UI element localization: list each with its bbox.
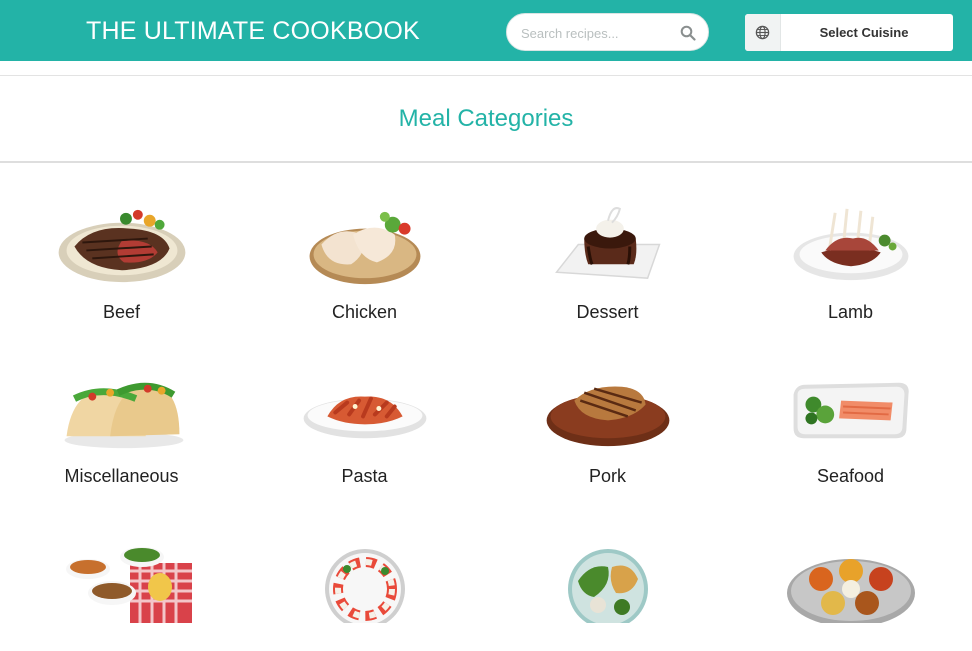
category-label: Seafood xyxy=(816,466,885,486)
category-grid: Beef Chicken Dessert Lamb Miscellaneous … xyxy=(0,163,972,623)
vegetarian-dish-icon xyxy=(786,559,915,623)
category-label: Chicken xyxy=(331,302,398,322)
category-label: Lamb xyxy=(827,302,874,322)
seafood-dish-icon xyxy=(793,382,909,439)
category-card-vegetarian[interactable] xyxy=(729,491,972,651)
globe-icon-box xyxy=(745,14,781,51)
beef-dish-icon xyxy=(58,209,185,283)
vegan-dish-icon xyxy=(567,549,648,623)
search-input[interactable] xyxy=(521,23,681,43)
site-brand[interactable]: THE ULTIMATE COOKBOOK xyxy=(86,17,420,46)
category-label: Dessert xyxy=(576,302,639,322)
category-label: Pork xyxy=(588,466,626,486)
category-label: Pasta xyxy=(341,466,388,486)
category-card-pasta[interactable]: Pasta xyxy=(243,327,486,487)
category-card-side[interactable] xyxy=(0,491,243,651)
pork-dish-icon xyxy=(546,386,669,447)
category-label: Beef xyxy=(102,302,141,322)
category-card-pork[interactable]: Pork xyxy=(486,327,729,487)
category-card-miscellaneous[interactable]: Miscellaneous xyxy=(0,327,243,487)
pasta-dish-icon xyxy=(303,396,426,439)
category-card-dessert[interactable]: Dessert xyxy=(486,163,729,323)
globe-icon xyxy=(755,25,770,40)
category-card-chicken[interactable]: Chicken xyxy=(243,163,486,323)
category-card-starter[interactable] xyxy=(243,491,486,651)
chicken-dish-icon xyxy=(309,211,420,285)
top-navbar: THE ULTIMATE COOKBOOK Select Cuisine xyxy=(0,0,972,61)
tacos-dish-icon xyxy=(64,382,183,449)
cuisine-select[interactable]: Select Cuisine xyxy=(745,14,953,51)
category-card-vegan[interactable] xyxy=(486,491,729,651)
cuisine-select-label: Select Cuisine xyxy=(819,25,909,40)
search-icon[interactable] xyxy=(680,25,696,41)
category-label: Miscellaneous xyxy=(64,466,179,486)
dessert-dish-icon xyxy=(554,207,661,279)
category-card-beef[interactable]: Beef xyxy=(0,163,243,323)
section-header: Meal Categories xyxy=(0,75,972,163)
page-title: Meal Categories xyxy=(398,104,574,132)
side-dish-icon xyxy=(65,547,192,623)
search-box xyxy=(506,13,709,51)
starter-dish-icon xyxy=(324,549,405,623)
category-card-seafood[interactable]: Seafood xyxy=(729,327,972,487)
category-card-lamb[interactable]: Lamb xyxy=(729,163,972,323)
lamb-dish-icon xyxy=(793,208,908,281)
